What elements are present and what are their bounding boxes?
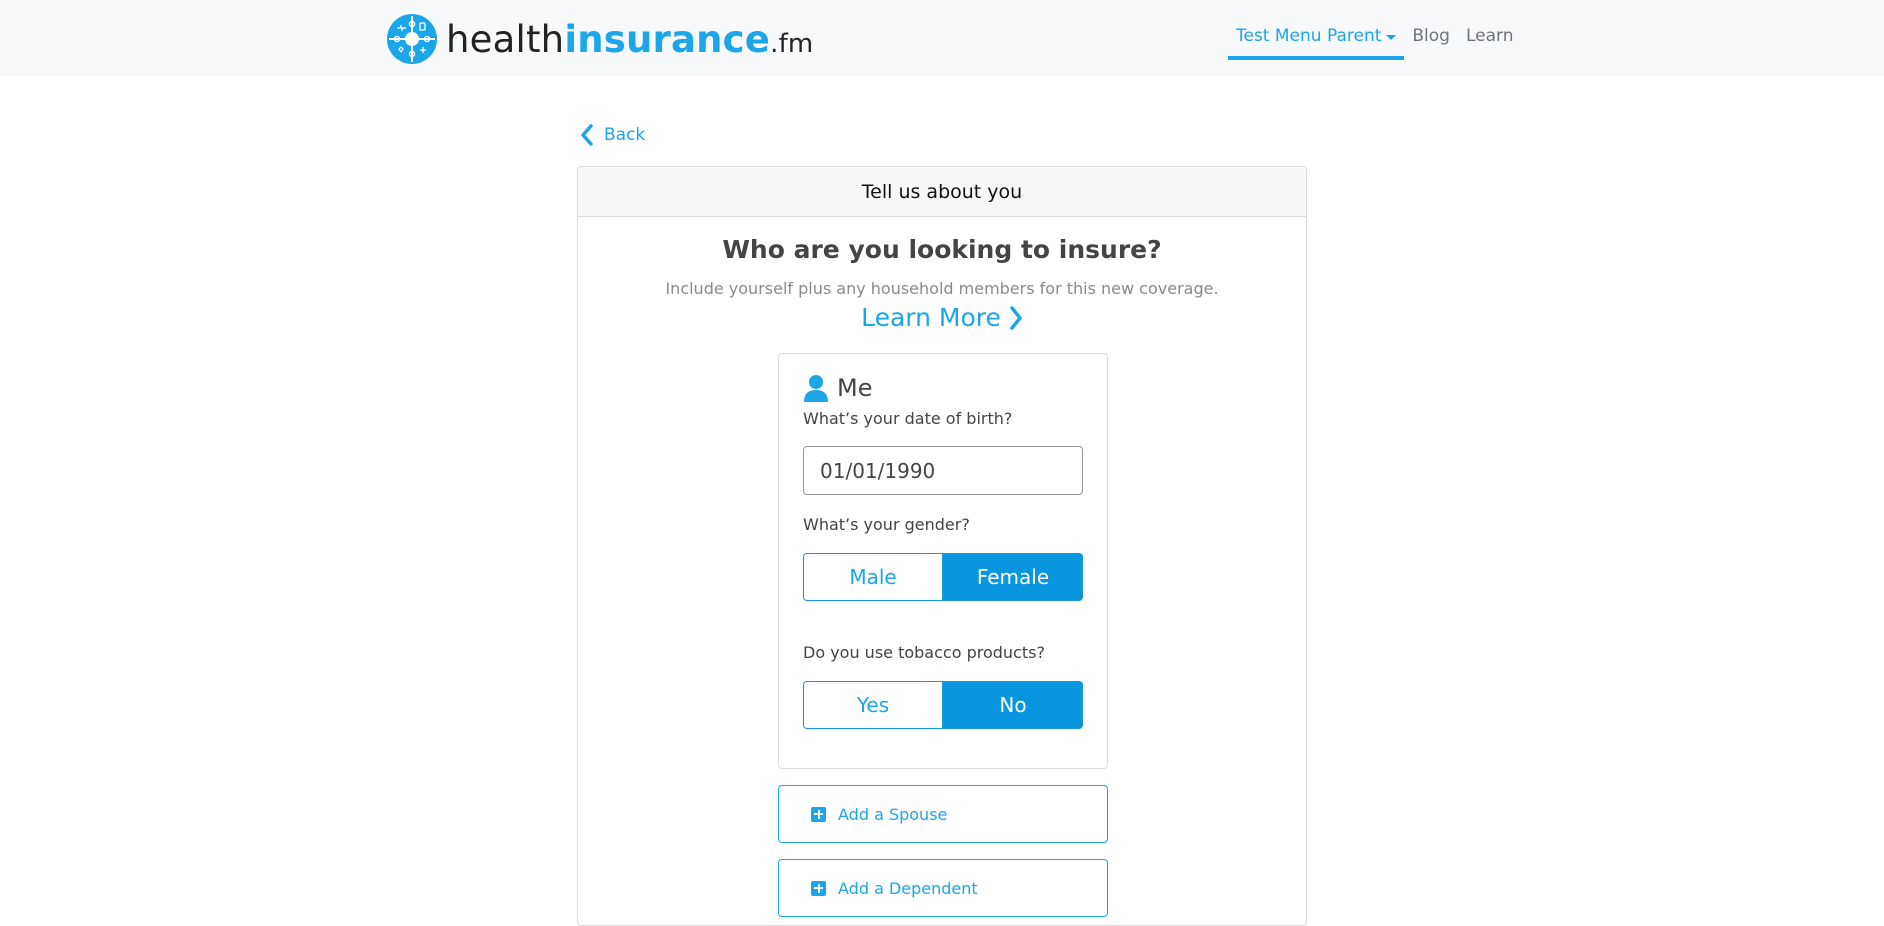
gender-toggle: Male Female [803, 553, 1083, 601]
nav-item-learn[interactable]: Learn [1458, 18, 1522, 60]
about-you-card: Tell us about you Who are you looking to… [577, 166, 1307, 926]
site-header: healthinsurance.fm Test Menu Parent Blog… [0, 0, 1884, 76]
me-title: Me [803, 374, 872, 402]
tobacco-yes-button[interactable]: Yes [803, 681, 943, 729]
nav-item-blog[interactable]: Blog [1404, 18, 1458, 60]
plus-square-icon [811, 880, 826, 896]
nav-item-label: Test Menu Parent [1236, 26, 1382, 46]
main-nav: Test Menu Parent Blog Learn [1228, 18, 1521, 60]
logo-text-insurance: insurance [564, 17, 771, 61]
me-title-label: Me [837, 374, 873, 402]
me-panel: Me What’s your date of birth? What’s you… [778, 353, 1108, 769]
learn-more-link[interactable]: Learn More [578, 303, 1306, 332]
person-icon [804, 375, 828, 402]
add-dependent-button[interactable]: Add a Dependent [778, 859, 1108, 917]
card-header: Tell us about you [578, 167, 1306, 217]
gender-female-button[interactable]: Female [943, 553, 1083, 601]
add-spouse-label: Add a Spouse [838, 804, 948, 824]
page-subtext: Include yourself plus any household memb… [665, 279, 1219, 298]
chevron-left-icon [581, 124, 593, 146]
back-link[interactable]: Back [580, 124, 645, 146]
add-spouse-button[interactable]: Add a Spouse [778, 785, 1108, 843]
dob-input[interactable] [803, 446, 1083, 495]
tobacco-label: Do you use tobacco products? [803, 643, 1045, 662]
gender-male-button[interactable]: Male [803, 553, 943, 601]
plus-square-icon [811, 806, 826, 822]
logo-text-fm: .fm [770, 28, 814, 59]
logo-icon [387, 14, 437, 64]
nav-item-test-menu-parent[interactable]: Test Menu Parent [1228, 18, 1405, 60]
add-dependent-label: Add a Dependent [838, 878, 978, 898]
page-title: Who are you looking to insure? [722, 235, 1162, 264]
tobacco-toggle: Yes No [803, 681, 1083, 729]
back-label: Back [604, 125, 646, 145]
logo-text-health: health [446, 17, 565, 61]
gender-label: What’s your gender? [803, 515, 970, 534]
tobacco-no-button[interactable]: No [943, 681, 1083, 729]
learn-more-label: Learn More [861, 303, 1001, 332]
logo-wordmark: healthinsurance.fm [446, 21, 813, 58]
caret-down-icon [1386, 35, 1397, 40]
chevron-right-icon [1010, 305, 1022, 330]
dob-label: What’s your date of birth? [803, 409, 1013, 428]
site-logo[interactable]: healthinsurance.fm [386, 13, 813, 65]
